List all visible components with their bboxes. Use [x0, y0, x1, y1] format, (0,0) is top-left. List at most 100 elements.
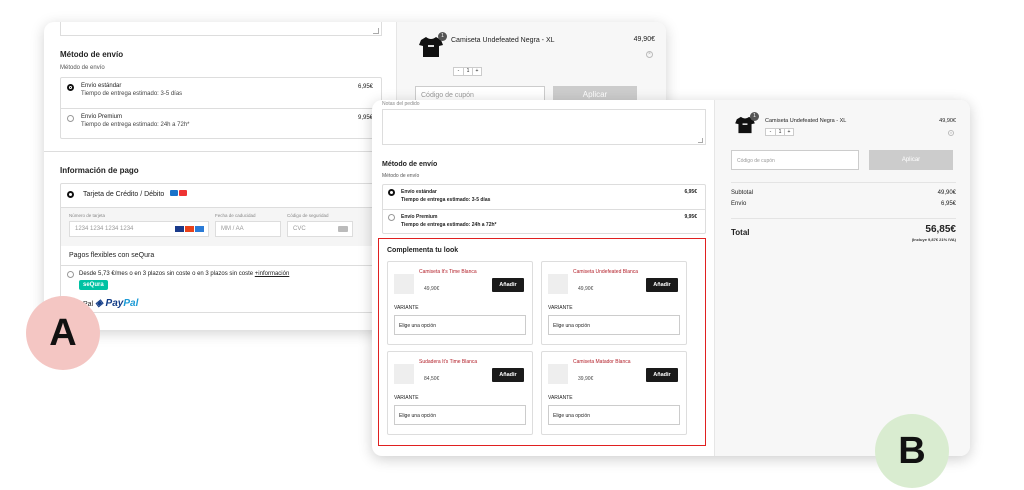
order-notes-textarea[interactable]: [60, 22, 382, 36]
subtotal-value: 49,90€: [937, 190, 956, 196]
subtotal-label: Subtotal: [731, 190, 754, 196]
radio-icon[interactable]: [388, 214, 395, 221]
product-thumbnail: [394, 274, 414, 294]
order-notes-textarea[interactable]: [382, 109, 706, 145]
shipping-options: Envío estándar Tiempo de entrega estimad…: [60, 77, 382, 139]
decrement-button[interactable]: -: [766, 129, 775, 135]
product-name[interactable]: Camiseta Matador Blanca: [573, 359, 641, 366]
radio-selected-icon[interactable]: [67, 191, 74, 198]
section-divider: [44, 151, 396, 152]
add-product-button[interactable]: Añadir: [492, 368, 524, 382]
cvc-card-icon: [338, 226, 348, 232]
shipping-value: 6,95€: [940, 201, 956, 207]
variant-label: VARIANTE: [394, 305, 419, 311]
product-price: 49,90€: [578, 286, 594, 292]
sequra-info-link[interactable]: +información: [255, 271, 290, 277]
shipping-label: Envío: [731, 201, 747, 207]
expiry-input[interactable]: MM / AA: [215, 221, 281, 237]
product-thumbnail: [548, 274, 568, 294]
variant-label: VARIANTE: [394, 395, 419, 401]
cart-item: 1 Camiseta Undefeated Negra - XL 49,90€ …: [415, 32, 655, 82]
cvc-input[interactable]: CVC: [287, 221, 353, 237]
cart-item-name: Camiseta Undefeated Negra - XL: [451, 37, 555, 44]
total-value: 56,85€: [925, 224, 956, 235]
complement-title: Complementa tu look: [387, 247, 459, 254]
product-card: Sudadera It's Time Blanca 84,50€ Añadir …: [387, 351, 533, 435]
product-name[interactable]: Sudadera It's Time Blanca: [419, 359, 487, 366]
coupon-input[interactable]: Código de cupón: [731, 150, 859, 170]
comparison-stage: Método de envío Método de envío Envío es…: [0, 0, 1024, 490]
product-name[interactable]: Camiseta Undefeated Blanca: [573, 269, 641, 276]
payment-options: Tarjeta de Crédito / Débito Número de ta…: [60, 183, 382, 313]
shipping-options: Envío estándar Tiempo de entrega estimad…: [382, 184, 706, 234]
shipping-option-price: 6,95€: [684, 189, 697, 195]
complement-your-look-section: Complementa tu look Camiseta It's Time B…: [378, 238, 706, 446]
card-number-label: Número de tarjeta: [69, 213, 106, 218]
decrement-button[interactable]: -: [454, 68, 463, 75]
product-card: Camiseta Matador Blanca 39,90€ Añadir VA…: [541, 351, 687, 435]
tshirt-thumbnail: 1: [419, 32, 447, 58]
shipping-option-premium[interactable]: Envío Premium Tiempo de entrega estimado…: [383, 209, 705, 233]
cart-item-price: 49,90€: [939, 118, 956, 124]
shipping-option-standard[interactable]: Envío estándar Tiempo de entrega estimad…: [383, 185, 705, 209]
variant-select[interactable]: Elige una opción: [548, 315, 680, 335]
remove-item-icon[interactable]: ×: [948, 130, 954, 136]
shipping-option-estimate: Tiempo de entrega estimado: 3-5 días: [81, 91, 183, 97]
variant-select[interactable]: Elige una opción: [548, 405, 680, 425]
remove-item-icon[interactable]: ×: [646, 51, 653, 58]
add-product-button[interactable]: Añadir: [646, 278, 678, 292]
shipping-row: Envío 6,95€: [731, 201, 956, 207]
radio-icon[interactable]: [67, 115, 74, 122]
shipping-option-estimate: Tiempo de entrega estimado: 24h a 72h*: [401, 222, 497, 228]
shipping-subheading: Método de envío: [60, 65, 105, 71]
shipping-option-price: 6,95€: [357, 84, 373, 90]
sequra-text: Desde 5,73 €/mes o en 3 plazos sin coste…: [79, 271, 254, 277]
radio-selected-icon[interactable]: [388, 189, 395, 196]
cart-item-name: Camiseta Undefeated Negra - XL: [765, 118, 847, 124]
payment-option-sequra[interactable]: Desde 5,73 €/mes o en 3 plazos sin coste…: [61, 266, 381, 294]
checkout-screenshot-b: Notas del pedido Método de envío Método …: [372, 100, 970, 456]
variant-label: VARIANTE: [548, 395, 573, 401]
variant-select[interactable]: Elige una opción: [394, 315, 526, 335]
order-summary-b: 1 Camiseta Undefeated Negra - XL 49,90€ …: [714, 100, 970, 456]
checkout-form-a: Método de envío Método de envío Envío es…: [44, 22, 396, 330]
shipping-option-name: Envío Premium: [401, 214, 438, 220]
summary-divider: [731, 218, 956, 219]
cart-item: 1 Camiseta Undefeated Negra - XL 49,90€ …: [733, 112, 956, 152]
quantity-badge: 1: [750, 112, 759, 121]
radio-selected-icon[interactable]: [67, 84, 74, 91]
increment-button[interactable]: +: [784, 129, 793, 135]
apply-coupon-button[interactable]: Aplicar: [869, 150, 953, 170]
quantity-stepper[interactable]: - 1 +: [765, 128, 794, 136]
cart-item-price: 49,90€: [633, 36, 655, 43]
payment-option-paypal[interactable]: Pal ◈ PayPal: [61, 294, 381, 312]
product-name[interactable]: Camiseta It's Time Blanca: [419, 269, 487, 276]
add-product-button[interactable]: Añadir: [646, 368, 678, 382]
resize-grip-icon[interactable]: [373, 28, 379, 34]
shipping-heading: Método de envío: [382, 161, 438, 168]
card-fields: Número de tarjeta Fecha de caducidad Cód…: [61, 208, 381, 246]
card-logos-icon: [175, 226, 204, 232]
quantity-value: 1: [775, 129, 784, 135]
shipping-option-premium[interactable]: Envío Premium Tiempo de entrega estimado…: [61, 108, 381, 138]
shipping-heading: Método de envío: [60, 50, 124, 59]
quantity-stepper[interactable]: - 1 +: [453, 67, 482, 76]
quantity-badge: 1: [438, 32, 447, 41]
variant-select[interactable]: Elige una opción: [394, 405, 526, 425]
shipping-option-name: Envío Premium: [81, 114, 123, 120]
shipping-option-standard[interactable]: Envío estándar Tiempo de entrega estimad…: [61, 78, 381, 108]
product-card: Camiseta It's Time Blanca 49,90€ Añadir …: [387, 261, 533, 345]
radio-icon[interactable]: [67, 271, 74, 278]
product-price: 39,90€: [578, 376, 594, 382]
increment-button[interactable]: +: [472, 68, 481, 75]
cvc-label: Código de seguridad: [287, 213, 329, 218]
tax-note: (Incluye 9,87€ 21% IVA): [911, 237, 956, 242]
add-product-button[interactable]: Añadir: [492, 278, 524, 292]
total-label: Total: [731, 228, 750, 237]
product-thumbnail: [394, 364, 414, 384]
resize-grip-icon[interactable]: [698, 138, 703, 143]
product-thumbnail: [548, 364, 568, 384]
card-number-input[interactable]: 1234 1234 1234 1234: [69, 221, 209, 237]
payment-option-card[interactable]: Tarjeta de Crédito / Débito: [61, 184, 381, 208]
shipping-option-price: 9,95€: [357, 115, 373, 121]
